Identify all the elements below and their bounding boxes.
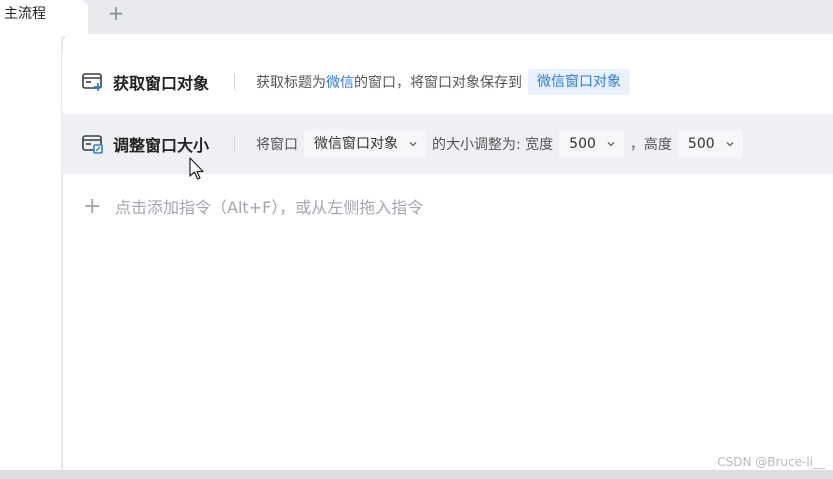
output-variable-pill[interactable]: 微信窗口对象 xyxy=(528,69,630,95)
add-command-hint: 点击添加指令（Alt+F），或从左侧拖入指令 xyxy=(115,198,424,217)
window-title-value[interactable]: 微信 xyxy=(326,72,354,92)
chevron-down-icon xyxy=(726,142,734,147)
select-value: 500 xyxy=(569,136,596,152)
desc-comma: ，高度 xyxy=(629,137,672,153)
mouse-cursor-icon xyxy=(189,157,204,180)
divider xyxy=(234,74,235,90)
add-tab-button[interactable]: + xyxy=(106,2,126,26)
window-add-icon xyxy=(82,73,102,91)
bottom-strip xyxy=(0,470,833,479)
plus-icon: + xyxy=(83,193,102,219)
desc-prefix: 将窗口 xyxy=(256,137,298,153)
select-value: 500 xyxy=(687,136,715,152)
select-value: 微信窗口对象 xyxy=(314,136,398,152)
width-select[interactable]: 500 xyxy=(559,130,624,158)
command-title: 获取窗口对象 xyxy=(113,74,210,93)
chevron-down-icon xyxy=(409,142,417,147)
command-row-resize-window[interactable]: 调整窗口大小 将窗口 微信窗口对象 的大小调整为: 宽度 500 ，高度 500 xyxy=(62,114,833,174)
command-description: 将窗口 微信窗口对象 的大小调整为: 宽度 500 ，高度 500 xyxy=(256,130,749,158)
watermark: CSDN @Bruce-li__ xyxy=(717,455,825,469)
desc-prefix: 获取标题为 xyxy=(256,75,326,91)
height-select[interactable]: 500 xyxy=(677,130,743,158)
add-command-row[interactable]: + 点击添加指令（Alt+F），或从左侧拖入指令 xyxy=(62,186,833,226)
command-row-get-window[interactable]: 获取窗口对象 获取标题为 微信 的窗口，将窗口对象保存到 微信窗口对象 xyxy=(62,53,833,111)
command-description: 获取标题为 微信 的窗口，将窗口对象保存到 微信窗口对象 xyxy=(256,69,630,95)
window-object-select[interactable]: 微信窗口对象 xyxy=(304,130,426,158)
tab-label: 主流程 xyxy=(4,6,46,22)
divider xyxy=(234,136,235,152)
tab-bar: 主流程 + xyxy=(0,0,833,36)
desc-middle: 的大小调整为: 宽度 xyxy=(432,137,554,153)
tab-main-flow[interactable]: 主流程 xyxy=(0,0,88,36)
left-pane xyxy=(0,34,61,470)
command-title: 调整窗口大小 xyxy=(113,136,210,155)
desc-middle: 的窗口，将窗口对象保存到 xyxy=(354,75,522,91)
chevron-down-icon xyxy=(607,142,615,147)
window-resize-icon xyxy=(82,135,103,154)
